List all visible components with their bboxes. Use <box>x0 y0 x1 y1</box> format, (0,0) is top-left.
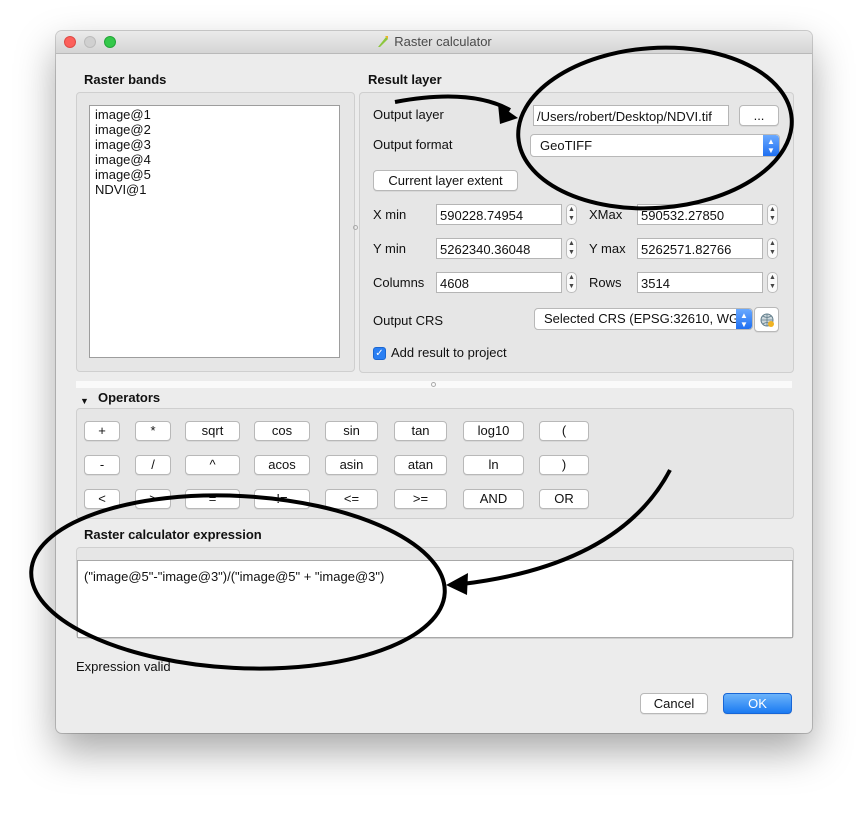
annotation-arrow-output <box>394 94 511 112</box>
annotation-ellipse-expression <box>29 493 447 671</box>
annotation-overlay <box>29 45 794 671</box>
annotation-arrow-expression <box>461 469 672 586</box>
arrowhead-icon <box>446 573 468 595</box>
annotation-ellipse-output <box>516 45 794 211</box>
